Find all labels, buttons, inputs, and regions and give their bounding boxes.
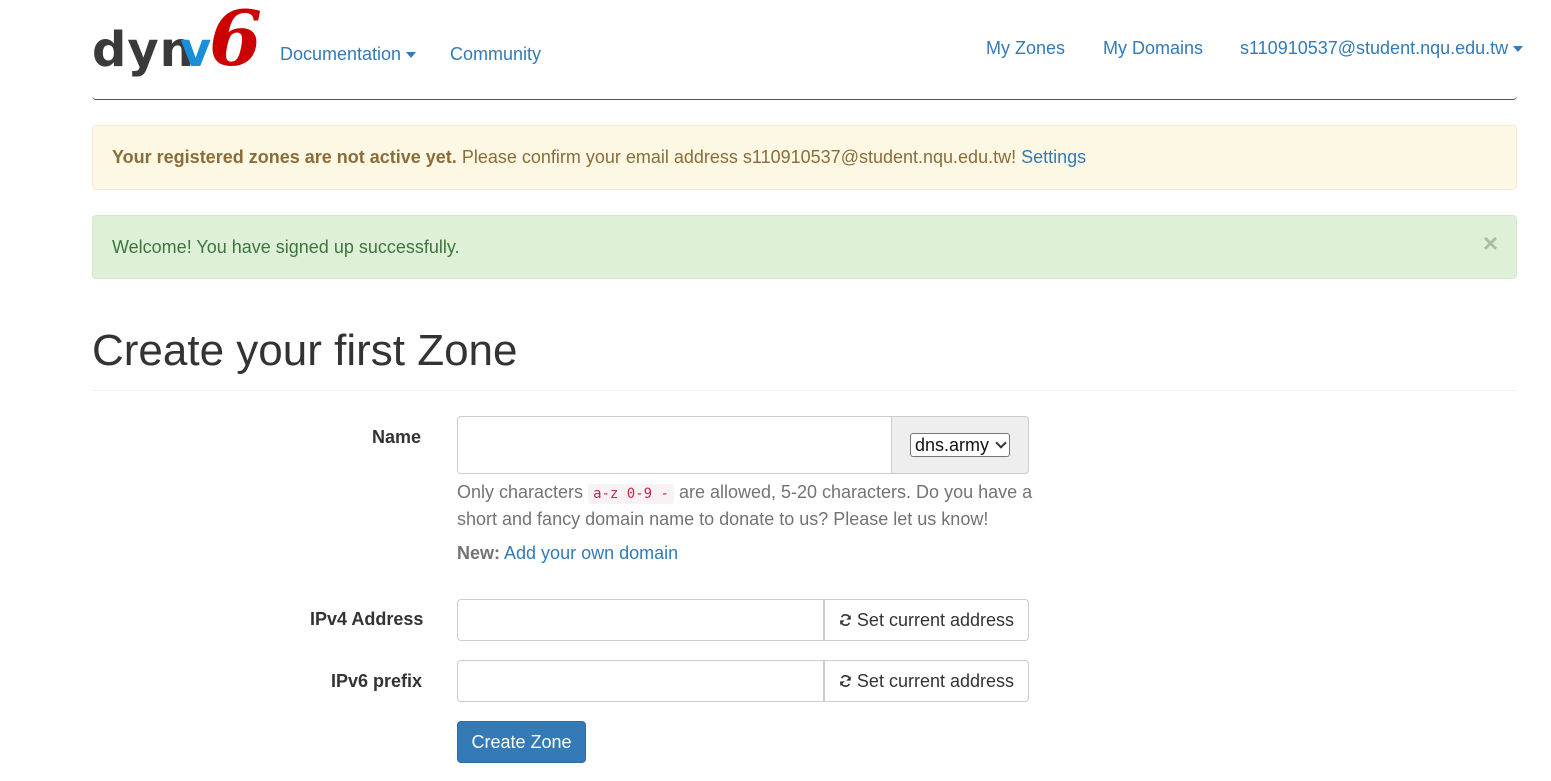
- set-current-address-label: Set current address: [856, 670, 1014, 691]
- nav-my-zones-link[interactable]: My Zones: [986, 38, 1065, 59]
- new-label: New:: [457, 543, 501, 563]
- ipv6-prefix-input[interactable]: [457, 660, 824, 702]
- logo-text-6: 6: [209, 0, 262, 83]
- name-label: Name: [372, 427, 422, 447]
- ipv6-label: IPv6 prefix: [331, 671, 423, 691]
- nav-my-domains-link[interactable]: My Domains: [1103, 38, 1203, 59]
- page-title: Create your first Zone: [92, 326, 518, 375]
- create-zone-button[interactable]: Create Zone: [457, 721, 586, 763]
- alert-text: Please confirm your email address s11091…: [461, 147, 1017, 167]
- ipv4-label: IPv4 Address: [310, 609, 424, 629]
- ipv4-set-current-address-button[interactable]: Set current address: [824, 599, 1029, 641]
- allowed-characters-code: a-z 0-9 -: [588, 484, 674, 504]
- domain-select-value: dns.army: [914, 434, 990, 455]
- signup-success-alert: Welcome! You have signed up successfully…: [92, 215, 1517, 279]
- domain-select[interactable]: dns.army: [909, 433, 1011, 457]
- caret-down-icon: [406, 52, 417, 59]
- zone-name-input-group: dns.army: [457, 416, 1029, 474]
- chevron-down-icon: [995, 436, 1007, 449]
- settings-link[interactable]: Settings: [1021, 147, 1086, 167]
- refresh-icon: [840, 675, 851, 687]
- domain-select-addon: dns.army: [892, 416, 1029, 474]
- navbar: dyn v 6 Documentation Community My Zones…: [92, 0, 1524, 100]
- zones-inactive-alert: Your registered zones are not active yet…: [92, 125, 1517, 190]
- zone-name-input[interactable]: [457, 416, 892, 474]
- alert-bold-text: Your registered zones are not active yet…: [112, 147, 457, 167]
- ipv6-set-current-address-button[interactable]: Set current address: [824, 660, 1029, 702]
- add-domain-hint: New: Add your own domain: [457, 543, 678, 564]
- ipv4-address-input[interactable]: [457, 599, 824, 641]
- add-own-domain-link[interactable]: Add your own domain: [504, 543, 678, 563]
- alert-message: Your registered zones are not active yet…: [112, 147, 1086, 168]
- name-help-text: Only characters a-z 0-9 - are allowed, 5…: [457, 480, 1037, 532]
- ipv6-input-group: Set current address: [457, 660, 1029, 702]
- ipv4-input-group: Set current address: [457, 599, 1029, 641]
- title-divider: [92, 390, 1517, 391]
- nav-documentation-dropdown[interactable]: Documentation: [280, 44, 417, 65]
- help-text-before: Only characters: [457, 482, 584, 502]
- nav-user-menu-dropdown[interactable]: s110910537@student.nqu.edu.tw: [1240, 38, 1524, 59]
- close-icon[interactable]: ×: [1483, 230, 1498, 256]
- refresh-icon: [840, 614, 851, 626]
- set-current-address-label: Set current address: [856, 609, 1014, 630]
- user-email-label: s110910537@student.nqu.edu.tw: [1240, 38, 1509, 58]
- success-message: Welcome! You have signed up successfully…: [112, 236, 460, 257]
- caret-down-icon: [1513, 46, 1524, 53]
- logo-text-v: v: [180, 22, 212, 78]
- nav-community-link[interactable]: Community: [450, 44, 541, 65]
- nav-documentation-label: Documentation: [280, 44, 402, 64]
